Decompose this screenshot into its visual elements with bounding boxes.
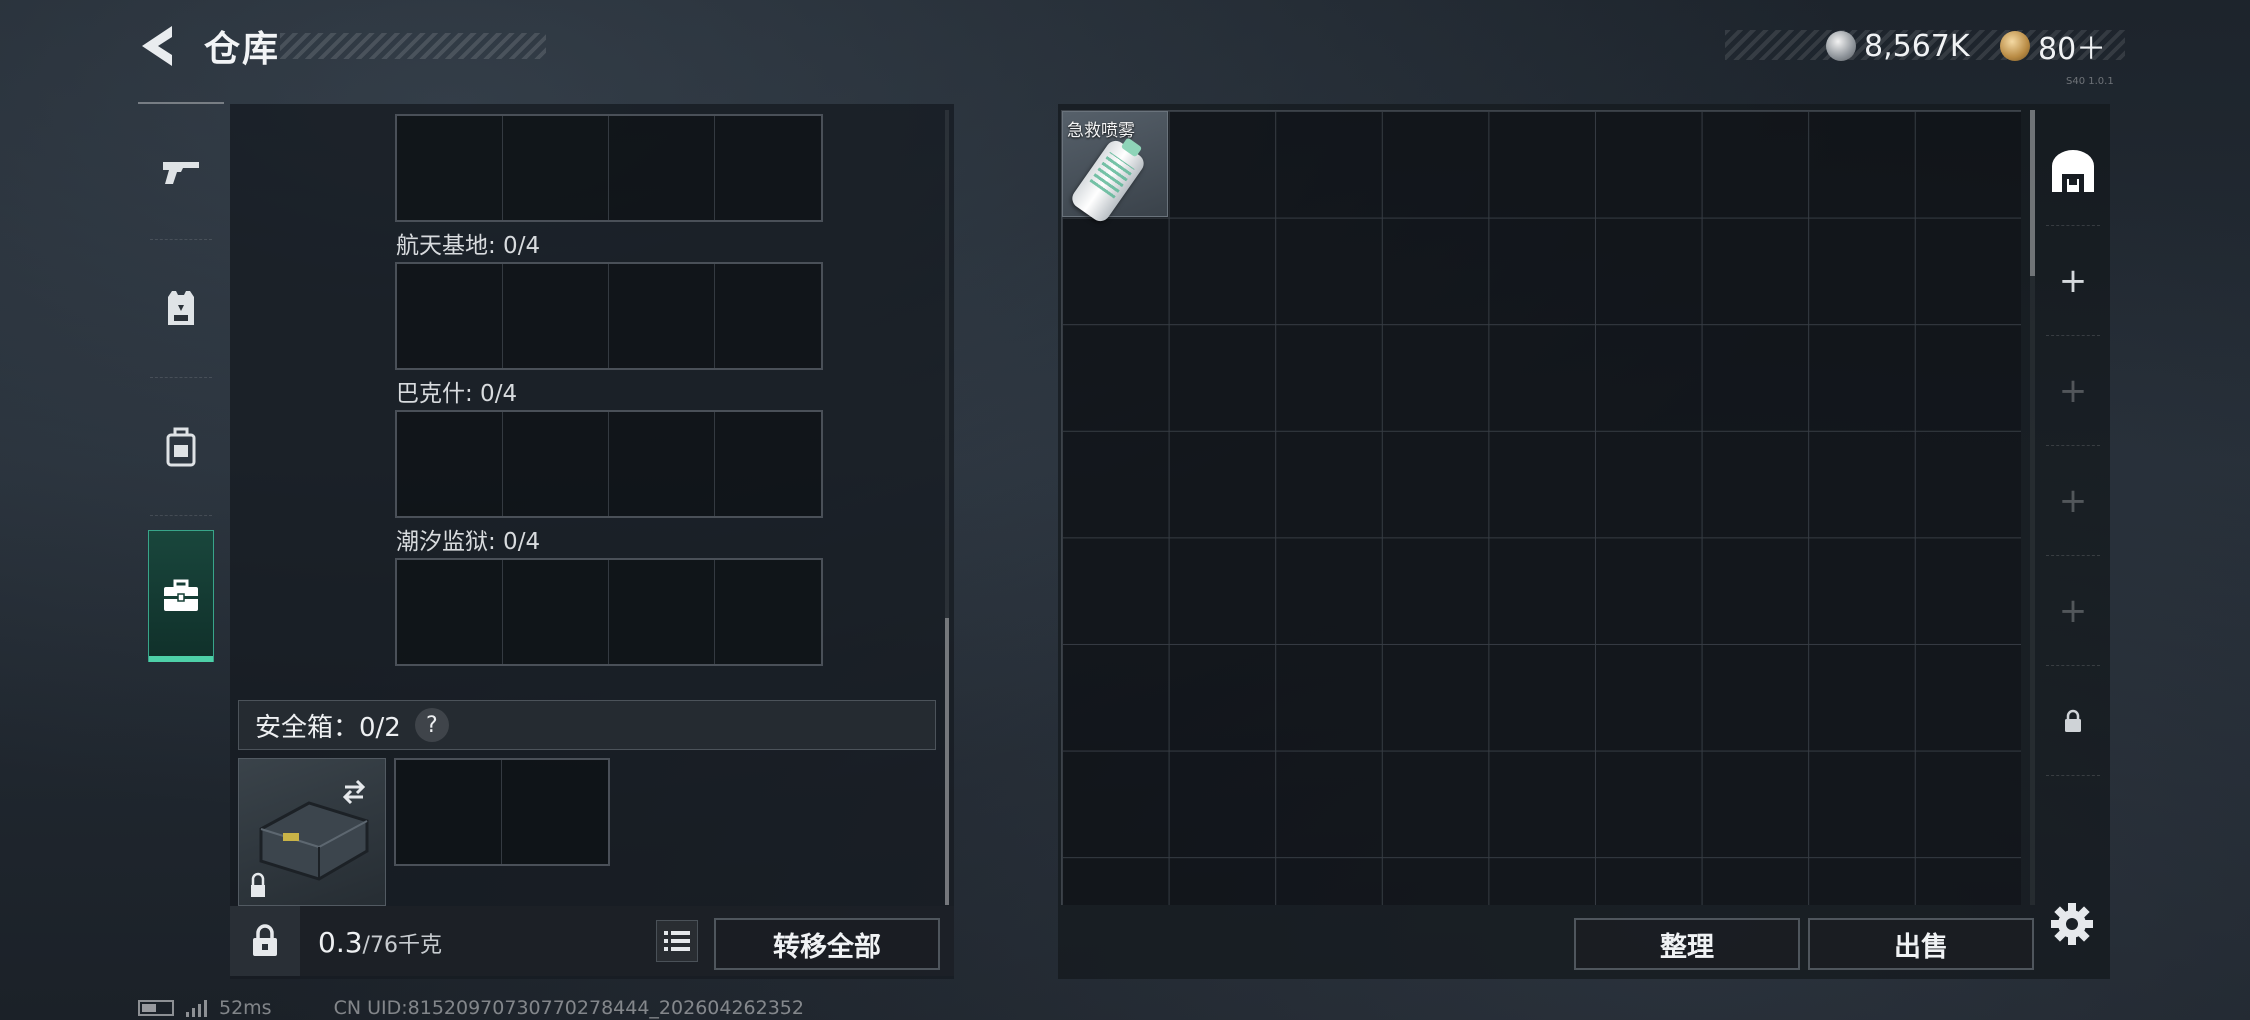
weight-readout: 0.3/76千克: [318, 926, 442, 959]
safe-case-icon: [251, 779, 369, 897]
back-arrow-icon[interactable]: [138, 24, 180, 68]
sort-button[interactable]: 整理: [1574, 918, 1800, 970]
tab-weapons[interactable]: [138, 102, 224, 240]
stash-page-add-2[interactable]: +: [2040, 336, 2106, 446]
gold-coin-icon: [2000, 31, 2030, 61]
stash-page-add-3[interactable]: +: [2040, 446, 2106, 556]
gear-icon[interactable]: [2050, 902, 2094, 946]
stash-page-add-1[interactable]: +: [2040, 226, 2106, 336]
stash-grid[interactable]: [1061, 110, 2021, 905]
padlock-icon: [253, 924, 277, 956]
warehouse-icon: [2052, 150, 2094, 192]
currency-gold-value: 80＋: [2038, 32, 2107, 67]
safe-box-slots[interactable]: [394, 758, 610, 866]
page-title: 仓库: [204, 29, 281, 70]
toolbox-icon: [164, 579, 198, 611]
version-tag: S40 1.0.1: [2066, 76, 2114, 87]
help-button[interactable]: ?: [414, 708, 449, 742]
currency-silver[interactable]: 8,567K: [1826, 26, 1970, 66]
category-tabs: [138, 102, 224, 672]
transfer-all-button[interactable]: 转移全部: [714, 918, 940, 970]
stash-page-main[interactable]: [2040, 116, 2106, 226]
ping-value: 52ms: [219, 997, 272, 1019]
weight-capacity: /76千克: [362, 933, 442, 958]
tab-armor[interactable]: [138, 240, 224, 378]
status-bar: 52ms CN UID:81520970730770278444_2026042…: [138, 996, 804, 1020]
safe-box-label: 安全箱：0/2: [255, 712, 401, 743]
list-icon: [664, 931, 690, 951]
stash-page-column: + + + +: [2036, 116, 2110, 906]
stash-page-add-4[interactable]: +: [2040, 556, 2106, 666]
currency-silver-value: 8,567K: [1864, 28, 1970, 64]
pistol-icon: [163, 162, 199, 184]
currency-gold[interactable]: 80＋: [2000, 26, 2107, 67]
safe-box-item[interactable]: [238, 758, 386, 906]
key-slots-bakhsh[interactable]: [395, 410, 823, 518]
weight-value: 0.3: [318, 926, 363, 959]
stash-scrollbar-thumb[interactable]: [2030, 110, 2035, 276]
map-label-space-base: 航天基地: 0/4: [396, 233, 541, 259]
map-label-bakhsh: 巴克什: 0/4: [396, 381, 518, 407]
spray-can-icon: [1068, 137, 1148, 225]
battery-icon: [138, 1000, 174, 1016]
stash-item-first-aid-spray[interactable]: 急救喷雾: [1062, 111, 1168, 225]
backpack-icon: [166, 427, 196, 467]
key-slots-space-base[interactable]: [395, 262, 823, 370]
lock-button[interactable]: [230, 906, 300, 976]
map-label-tide-prison: 潮汐监狱: 0/4: [396, 529, 541, 555]
key-slots-tide-prison[interactable]: [395, 558, 823, 666]
sell-button[interactable]: 出售: [1808, 918, 2034, 970]
stash-page-locked[interactable]: [2040, 666, 2106, 776]
uid-text: CN UID:81520970730770278444_202604262352: [333, 997, 804, 1019]
armor-vest-icon: [168, 291, 194, 325]
safe-box-header: 安全箱：0/2 ?: [238, 700, 936, 750]
small-lock-icon: [2065, 709, 2081, 732]
silver-coin-icon: [1826, 31, 1856, 61]
title-decoration: [280, 33, 546, 59]
left-scrollbar-thumb[interactable]: [945, 618, 949, 905]
signal-icon: [186, 999, 207, 1017]
tab-safebox[interactable]: [148, 530, 214, 662]
tab-backpack[interactable]: [138, 378, 224, 516]
key-slots-row-1[interactable]: [395, 114, 823, 222]
stash-item-label: 急救喷雾: [1067, 121, 1135, 141]
list-view-button[interactable]: [656, 920, 698, 962]
